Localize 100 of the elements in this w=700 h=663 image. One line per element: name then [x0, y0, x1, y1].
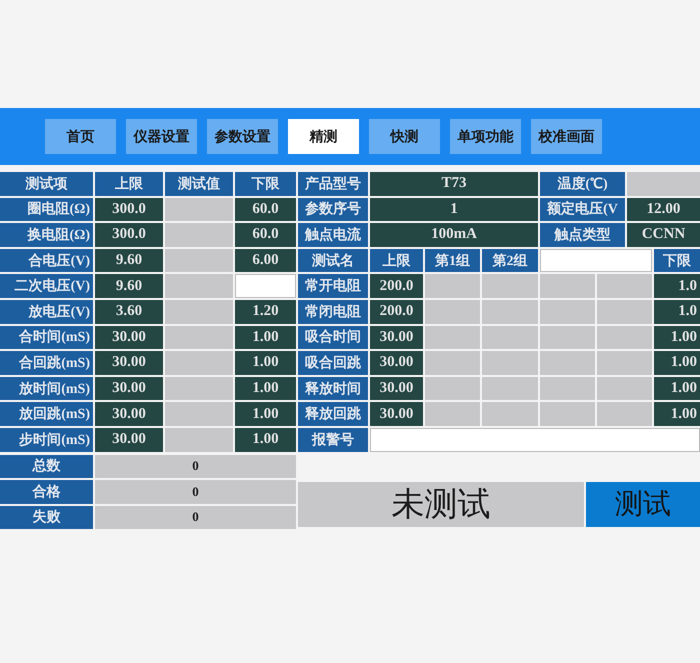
- nav-tab[interactable]: 首页: [45, 119, 116, 154]
- group-value-cell: [540, 300, 595, 324]
- measured-value-cell: [165, 274, 233, 298]
- group-value-cell: [540, 326, 595, 350]
- test-name-label: 常闭电阻: [298, 300, 368, 324]
- measured-value-cell: [165, 248, 233, 272]
- nav-tab[interactable]: 快测: [369, 119, 440, 154]
- group-value-cell: [540, 402, 595, 426]
- info-label: 触点类型: [540, 223, 625, 247]
- lower-limit-cell: 1.00: [654, 351, 700, 375]
- measured-value-cell: [165, 223, 233, 247]
- group-value-cell: [425, 351, 480, 375]
- group-value-cell: [597, 274, 652, 298]
- upper-limit-cell: 30.00: [95, 402, 163, 426]
- lower-limit-cell: 1.00: [235, 428, 296, 452]
- upper-limit-cell: 30.00: [370, 376, 423, 400]
- group-value-cell: [597, 376, 652, 400]
- upper-limit-cell: 200.0: [370, 300, 423, 324]
- group-value-cell: [425, 274, 480, 298]
- lower-limit-cell: 1.00: [654, 402, 700, 426]
- test-button[interactable]: 测试: [586, 482, 700, 527]
- upper-limit-cell: 30.00: [95, 326, 163, 350]
- column-header: 上限: [95, 172, 163, 196]
- upper-limit-cell: 30.00: [95, 376, 163, 400]
- group-value-cell: [425, 300, 480, 324]
- group-value-cell: [597, 326, 652, 350]
- column-header: 上限: [370, 248, 423, 272]
- count-label: 总数: [0, 454, 93, 478]
- count-value: 0: [95, 480, 296, 504]
- group-value-cell: [425, 402, 480, 426]
- group-value-cell: [597, 351, 652, 375]
- group-value-cell: [482, 300, 538, 324]
- count-value: 0: [95, 454, 296, 478]
- lower-limit-cell: 1.00: [235, 351, 296, 375]
- info-label: 额定电压(V: [540, 198, 625, 222]
- nav-tab[interactable]: 参数设置: [207, 119, 278, 154]
- lower-limit-cell: 1.0: [654, 274, 700, 298]
- column-header: 测试值: [165, 172, 233, 196]
- count-label: 合格: [0, 480, 93, 504]
- upper-limit-cell: 30.00: [95, 351, 163, 375]
- group-value-cell: [482, 376, 538, 400]
- lower-limit-cell: 6.00: [235, 248, 296, 272]
- lower-limit-cell: 1.0: [654, 300, 700, 324]
- measured-value-cell: [165, 376, 233, 400]
- test-item-label: 放回跳(mS): [0, 402, 93, 426]
- group-value-cell: [425, 376, 480, 400]
- info-label: 触点电流: [298, 223, 368, 247]
- test-item-label: 放时间(mS): [0, 376, 93, 400]
- column-header: 下限: [235, 172, 296, 196]
- test-item-label: 步时间(mS): [0, 428, 93, 452]
- lower-limit-cell: 1.00: [235, 326, 296, 350]
- column-header: 第2组: [482, 248, 538, 272]
- group-value-cell: [482, 326, 538, 350]
- measured-value-cell: [165, 351, 233, 375]
- column-header: 测试名: [298, 248, 368, 272]
- measured-value-cell: [165, 300, 233, 324]
- test-name-label: 释放回跳: [298, 402, 368, 426]
- lower-limit-cell: 1.00: [654, 326, 700, 350]
- measured-value-cell: [165, 198, 233, 222]
- measured-value-cell: [165, 402, 233, 426]
- upper-limit-cell: 300.0: [95, 223, 163, 247]
- test-name-label: 释放时间: [298, 376, 368, 400]
- info-value: T73: [370, 172, 538, 196]
- group-value-cell: [482, 274, 538, 298]
- nav-tab[interactable]: 校准画面: [531, 119, 602, 154]
- upper-limit-cell: 30.00: [370, 351, 423, 375]
- upper-limit-cell: 200.0: [370, 274, 423, 298]
- group-value-cell: [425, 326, 480, 350]
- group-value-cell: [597, 300, 652, 324]
- info-label: 产品型号: [298, 172, 368, 196]
- group-value-cell: [482, 402, 538, 426]
- measured-value-cell: [165, 326, 233, 350]
- nav-tab[interactable]: 仪器设置: [126, 119, 197, 154]
- test-name-label: 吸合回跳: [298, 351, 368, 375]
- upper-limit-cell: 3.60: [95, 300, 163, 324]
- nav-tab[interactable]: 单项功能: [450, 119, 521, 154]
- count-value: 0: [95, 506, 296, 530]
- test-item-label: 圈电阻(Ω): [0, 198, 93, 222]
- info-value: CCNN: [627, 223, 700, 247]
- test-item-label: 换电阻(Ω): [0, 223, 93, 247]
- lower-limit-cell: 1.00: [654, 376, 700, 400]
- empty-cell: [235, 274, 296, 298]
- column-header: 第1组: [425, 248, 480, 272]
- info-label: 温度(℃): [540, 172, 625, 196]
- test-item-label: 二次电压(V): [0, 274, 93, 298]
- group-value-cell: [540, 274, 595, 298]
- upper-limit-cell: 9.60: [95, 248, 163, 272]
- count-label: 失败: [0, 506, 93, 530]
- test-item-label: 合回跳(mS): [0, 351, 93, 375]
- group-value-cell: [482, 351, 538, 375]
- test-item-label: 合电压(V): [0, 248, 93, 272]
- column-header: 下限: [654, 248, 700, 272]
- group-value-cell: [540, 376, 595, 400]
- measured-value-cell: [165, 428, 233, 452]
- upper-limit-cell: 30.00: [370, 326, 423, 350]
- nav-tab[interactable]: 精测: [288, 119, 359, 154]
- test-item-label: 放电压(V): [0, 300, 93, 324]
- group-value-cell: [597, 402, 652, 426]
- info-value: 1: [370, 198, 538, 222]
- upper-limit-cell: 30.00: [95, 428, 163, 452]
